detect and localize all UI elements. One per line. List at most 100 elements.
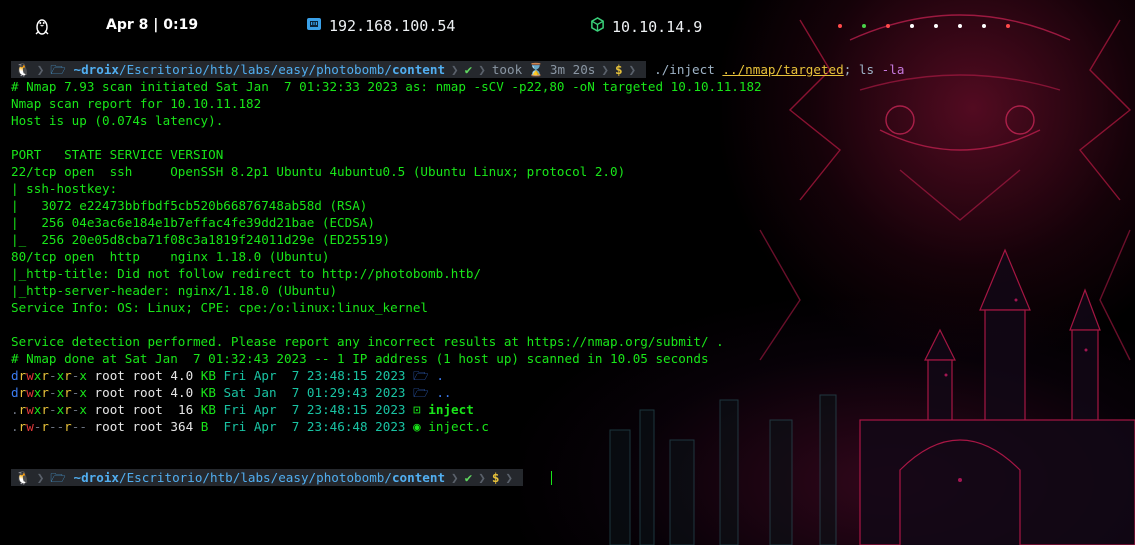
folder-icon: 🗁 (50, 470, 66, 485)
output-line: |_http-server-header: nginx/1.18.0 (Ubun… (11, 283, 338, 298)
workspace-dot-3[interactable] (886, 24, 890, 28)
ls-unit: KB (200, 368, 216, 383)
local-ip-indicator: 192.168.100.54 (306, 17, 455, 35)
ls-unit: KB (200, 385, 216, 400)
ls-row: .rwxr-xr-x root root 16 KB Fri Apr 7 23:… (11, 401, 904, 418)
output-line: 22/tcp open ssh OpenSSH 8.2p1 Ubuntu 4ub… (11, 164, 626, 179)
terminal-icon: ⊡ (413, 402, 421, 417)
ls-perm-bit: r (41, 402, 49, 417)
ls-perm-bit: r (41, 385, 49, 400)
prompt-path: /Escritorio/htb/labs/easy/photobomb/ (119, 470, 392, 485)
output-line: # Nmap 7.93 scan initiated Sat Jan 7 01:… (11, 79, 762, 94)
terminal-window[interactable]: 🐧 ❯ 🗁 ~droix/Escritorio/htb/labs/easy/ph… (11, 61, 904, 486)
ls-group: root (132, 402, 163, 417)
ls-perm-bit: r (64, 402, 72, 417)
ls-group: root (132, 385, 163, 400)
ls-perm-bit: w (26, 402, 34, 417)
top-status-bar: Apr 8 | 0:19 192.168.100.54 10.10.14.9 (0, 0, 1135, 56)
c-source-icon: ◉ (413, 419, 421, 434)
ls-size: 4.0 (170, 368, 194, 383)
ls-perm-bit: w (26, 385, 34, 400)
ls-owner: root (94, 368, 125, 383)
hourglass-icon: ⌛ (528, 62, 544, 77)
ls-row: .rw-r--r-- root root 364 B Fri Apr 7 23:… (11, 418, 904, 435)
ls-perm-bit: - (48, 402, 57, 417)
ls-date: Sat Jan 7 01:29:43 2023 (223, 385, 406, 400)
output-line: Nmap scan report for 10.10.11.182 (11, 96, 262, 111)
ls-perm-bit: x (79, 385, 87, 400)
ls-date: Fri Apr 7 23:48:15 2023 (223, 368, 406, 383)
took-value: 3m 20s (549, 62, 596, 77)
prompt-segment: 🐧 ❯ 🗁 ~droix/Escritorio/htb/labs/easy/ph… (11, 61, 647, 78)
output-line: | 256 04e3ac6e184e1b7effac4fe39dd21bae (… (11, 215, 375, 230)
ls-perm-bit: x (79, 402, 87, 417)
output-line: Service Info: OS: Linux; CPE: cpe:/o:lin… (11, 300, 429, 315)
os-linux-icon: 🐧 (15, 470, 31, 485)
os-linux-icon: 🐧 (15, 62, 31, 77)
prompt-segment: 🐧 ❯ 🗁 ~droix/Escritorio/htb/labs/easy/ph… (11, 469, 524, 486)
ls-owner: root (94, 402, 125, 417)
workspace-dot-5[interactable] (934, 24, 938, 28)
ls-owner: root (94, 419, 125, 434)
command-rest: ; ls (843, 62, 882, 77)
ls-perm-bit: - (48, 368, 57, 383)
status-check-icon: ✔ (464, 62, 473, 77)
ls-date: Fri Apr 7 23:48:15 2023 (223, 402, 406, 417)
command-line: ./inject ../nmap/targeted; ls -la (654, 61, 904, 78)
ls-perm-bit: r (64, 385, 72, 400)
ls-type: . (11, 402, 19, 417)
output-line: |_ 256 20e05d8cba71f08c3a1819f24011d29e … (11, 232, 391, 247)
ls-perm-bit: w (26, 368, 34, 383)
ls-perm-bit: x (79, 368, 87, 383)
ls-perm-bit: r (64, 368, 72, 383)
prompt-dir: content (391, 62, 446, 77)
vpn-cube-icon (590, 17, 605, 36)
ls-group: root (132, 419, 163, 434)
folder-icon: 🗁 (50, 62, 66, 77)
output-line: # Nmap done at Sat Jan 7 01:32:43 2023 -… (11, 351, 709, 366)
took-label: took (491, 62, 523, 77)
workspace-dot-6[interactable] (958, 24, 962, 28)
ls-filename[interactable]: inject.c (428, 419, 489, 434)
output-line: | ssh-hostkey: (11, 181, 125, 196)
ls-filename[interactable]: . (436, 368, 444, 383)
ls-perm-bit: w (26, 419, 34, 434)
prompt-line-1: 🐧 ❯ 🗁 ~droix/Escritorio/htb/labs/easy/ph… (11, 61, 904, 78)
prompt-path: /Escritorio/htb/labs/easy/photobomb/ (119, 62, 392, 77)
ls-row: drwxr-xr-x root root 4.0 KB Fri Apr 7 23… (11, 367, 904, 384)
vpn-ip-text: 10.10.14.9 (612, 17, 703, 36)
ethernet-icon (306, 17, 322, 35)
workspace-dot-1[interactable] (838, 24, 842, 28)
prompt-user: ~droix (73, 470, 120, 485)
workspace-dot-2[interactable] (862, 24, 866, 28)
ls-size: 4.0 (170, 385, 194, 400)
workspace-dot-8[interactable] (1006, 24, 1010, 28)
text-cursor[interactable] (551, 470, 553, 485)
output-line: |_http-title: Did not follow redirect to… (11, 266, 482, 281)
local-ip-text: 192.168.100.54 (329, 17, 456, 35)
workspace-indicators (838, 24, 1030, 28)
command-opt: -la (881, 62, 905, 77)
ls-size: 364 (170, 419, 194, 434)
clock-date: Apr 8 | 0:19 (106, 17, 199, 33)
ls-listing: drwxr-xr-x root root 4.0 KB Fri Apr 7 23… (11, 367, 904, 435)
ls-type: d (11, 385, 19, 400)
vpn-ip-indicator: 10.10.14.9 (590, 17, 702, 36)
ls-filename[interactable]: .. (436, 385, 451, 400)
linux-icon[interactable] (34, 17, 50, 38)
ls-unit: B (200, 419, 216, 434)
ls-perm-bit: - (79, 419, 87, 434)
status-check-icon: ✔ (464, 470, 473, 485)
workspace-dot-4[interactable] (910, 24, 914, 28)
workspace-dot-7[interactable] (982, 24, 986, 28)
ls-perm-bit: r (41, 368, 49, 383)
output-line: Host is up (0.074s latency). (11, 113, 224, 128)
output-line: PORT STATE SERVICE VERSION (11, 147, 224, 162)
ls-group: root (132, 368, 163, 383)
output-line: 80/tcp open http nginx 1.18.0 (Ubuntu) (11, 249, 330, 264)
prompt-line-2[interactable]: 🐧 ❯ 🗁 ~droix/Escritorio/htb/labs/easy/ph… (11, 469, 904, 486)
ls-filename[interactable]: inject (428, 402, 474, 417)
ls-owner: root (94, 385, 125, 400)
